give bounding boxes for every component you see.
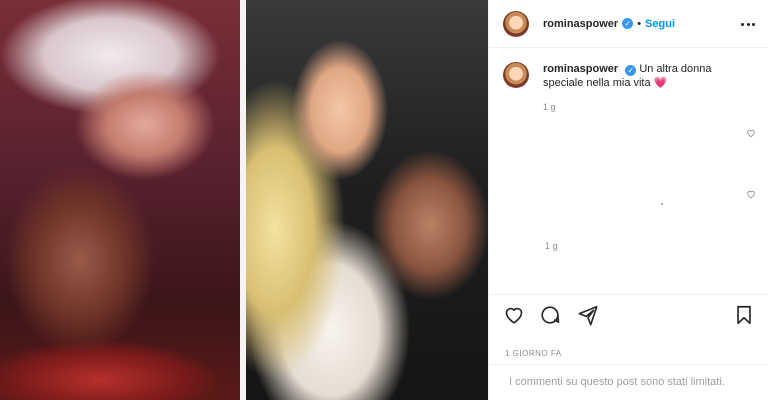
action-bar xyxy=(489,294,768,334)
post-image-area[interactable] xyxy=(0,0,488,400)
caption-row: rominaspower ✓ Un altra donna speciale n… xyxy=(503,62,755,112)
comment-like-heart-icon[interactable] xyxy=(746,189,756,199)
caption-username[interactable]: rominaspower xyxy=(543,63,618,75)
more-dot xyxy=(752,22,755,26)
bookmark-icon[interactable] xyxy=(733,304,755,326)
header-username[interactable]: rominaspower xyxy=(543,18,618,30)
caption-avatar[interactable] xyxy=(503,62,529,88)
follow-button[interactable]: Segui xyxy=(645,18,675,30)
post-side-panel: rominaspower ✓ • Segui rominaspower ✓ Un… xyxy=(488,0,768,400)
header-separator: • xyxy=(637,17,642,30)
post-photo-right xyxy=(246,0,488,400)
comment-icon[interactable] xyxy=(539,304,561,326)
more-dot xyxy=(741,22,744,26)
heart-icon[interactable] xyxy=(503,304,525,326)
comments-limited-notice: I commenti su questo post sono stati lim… xyxy=(489,364,768,400)
comment-like-heart-icon[interactable] xyxy=(746,128,756,138)
pink-heart-emoji-icon: 💗 xyxy=(653,77,668,89)
comment-timestamp: 1 g xyxy=(545,241,558,251)
caption-body: rominaspower ✓ Un altra donna speciale n… xyxy=(543,62,743,112)
share-icon[interactable] xyxy=(577,304,599,326)
post-header: rominaspower ✓ • Segui xyxy=(489,0,768,48)
avatar[interactable] xyxy=(503,10,529,37)
caption-verified-badge-icon: ✓ xyxy=(625,65,637,76)
post-photo-left xyxy=(0,0,240,400)
more-options-icon[interactable] xyxy=(741,17,755,31)
verified-badge-icon: ✓ xyxy=(622,18,634,29)
caption-text-block: rominaspower ✓ Un altra donna speciale n… xyxy=(543,62,743,90)
post-date[interactable]: 1 GIORNO FA xyxy=(505,349,562,358)
stray-dot xyxy=(661,203,663,205)
caption-timestamp[interactable]: 1 g xyxy=(543,102,743,112)
more-dot xyxy=(746,22,750,26)
